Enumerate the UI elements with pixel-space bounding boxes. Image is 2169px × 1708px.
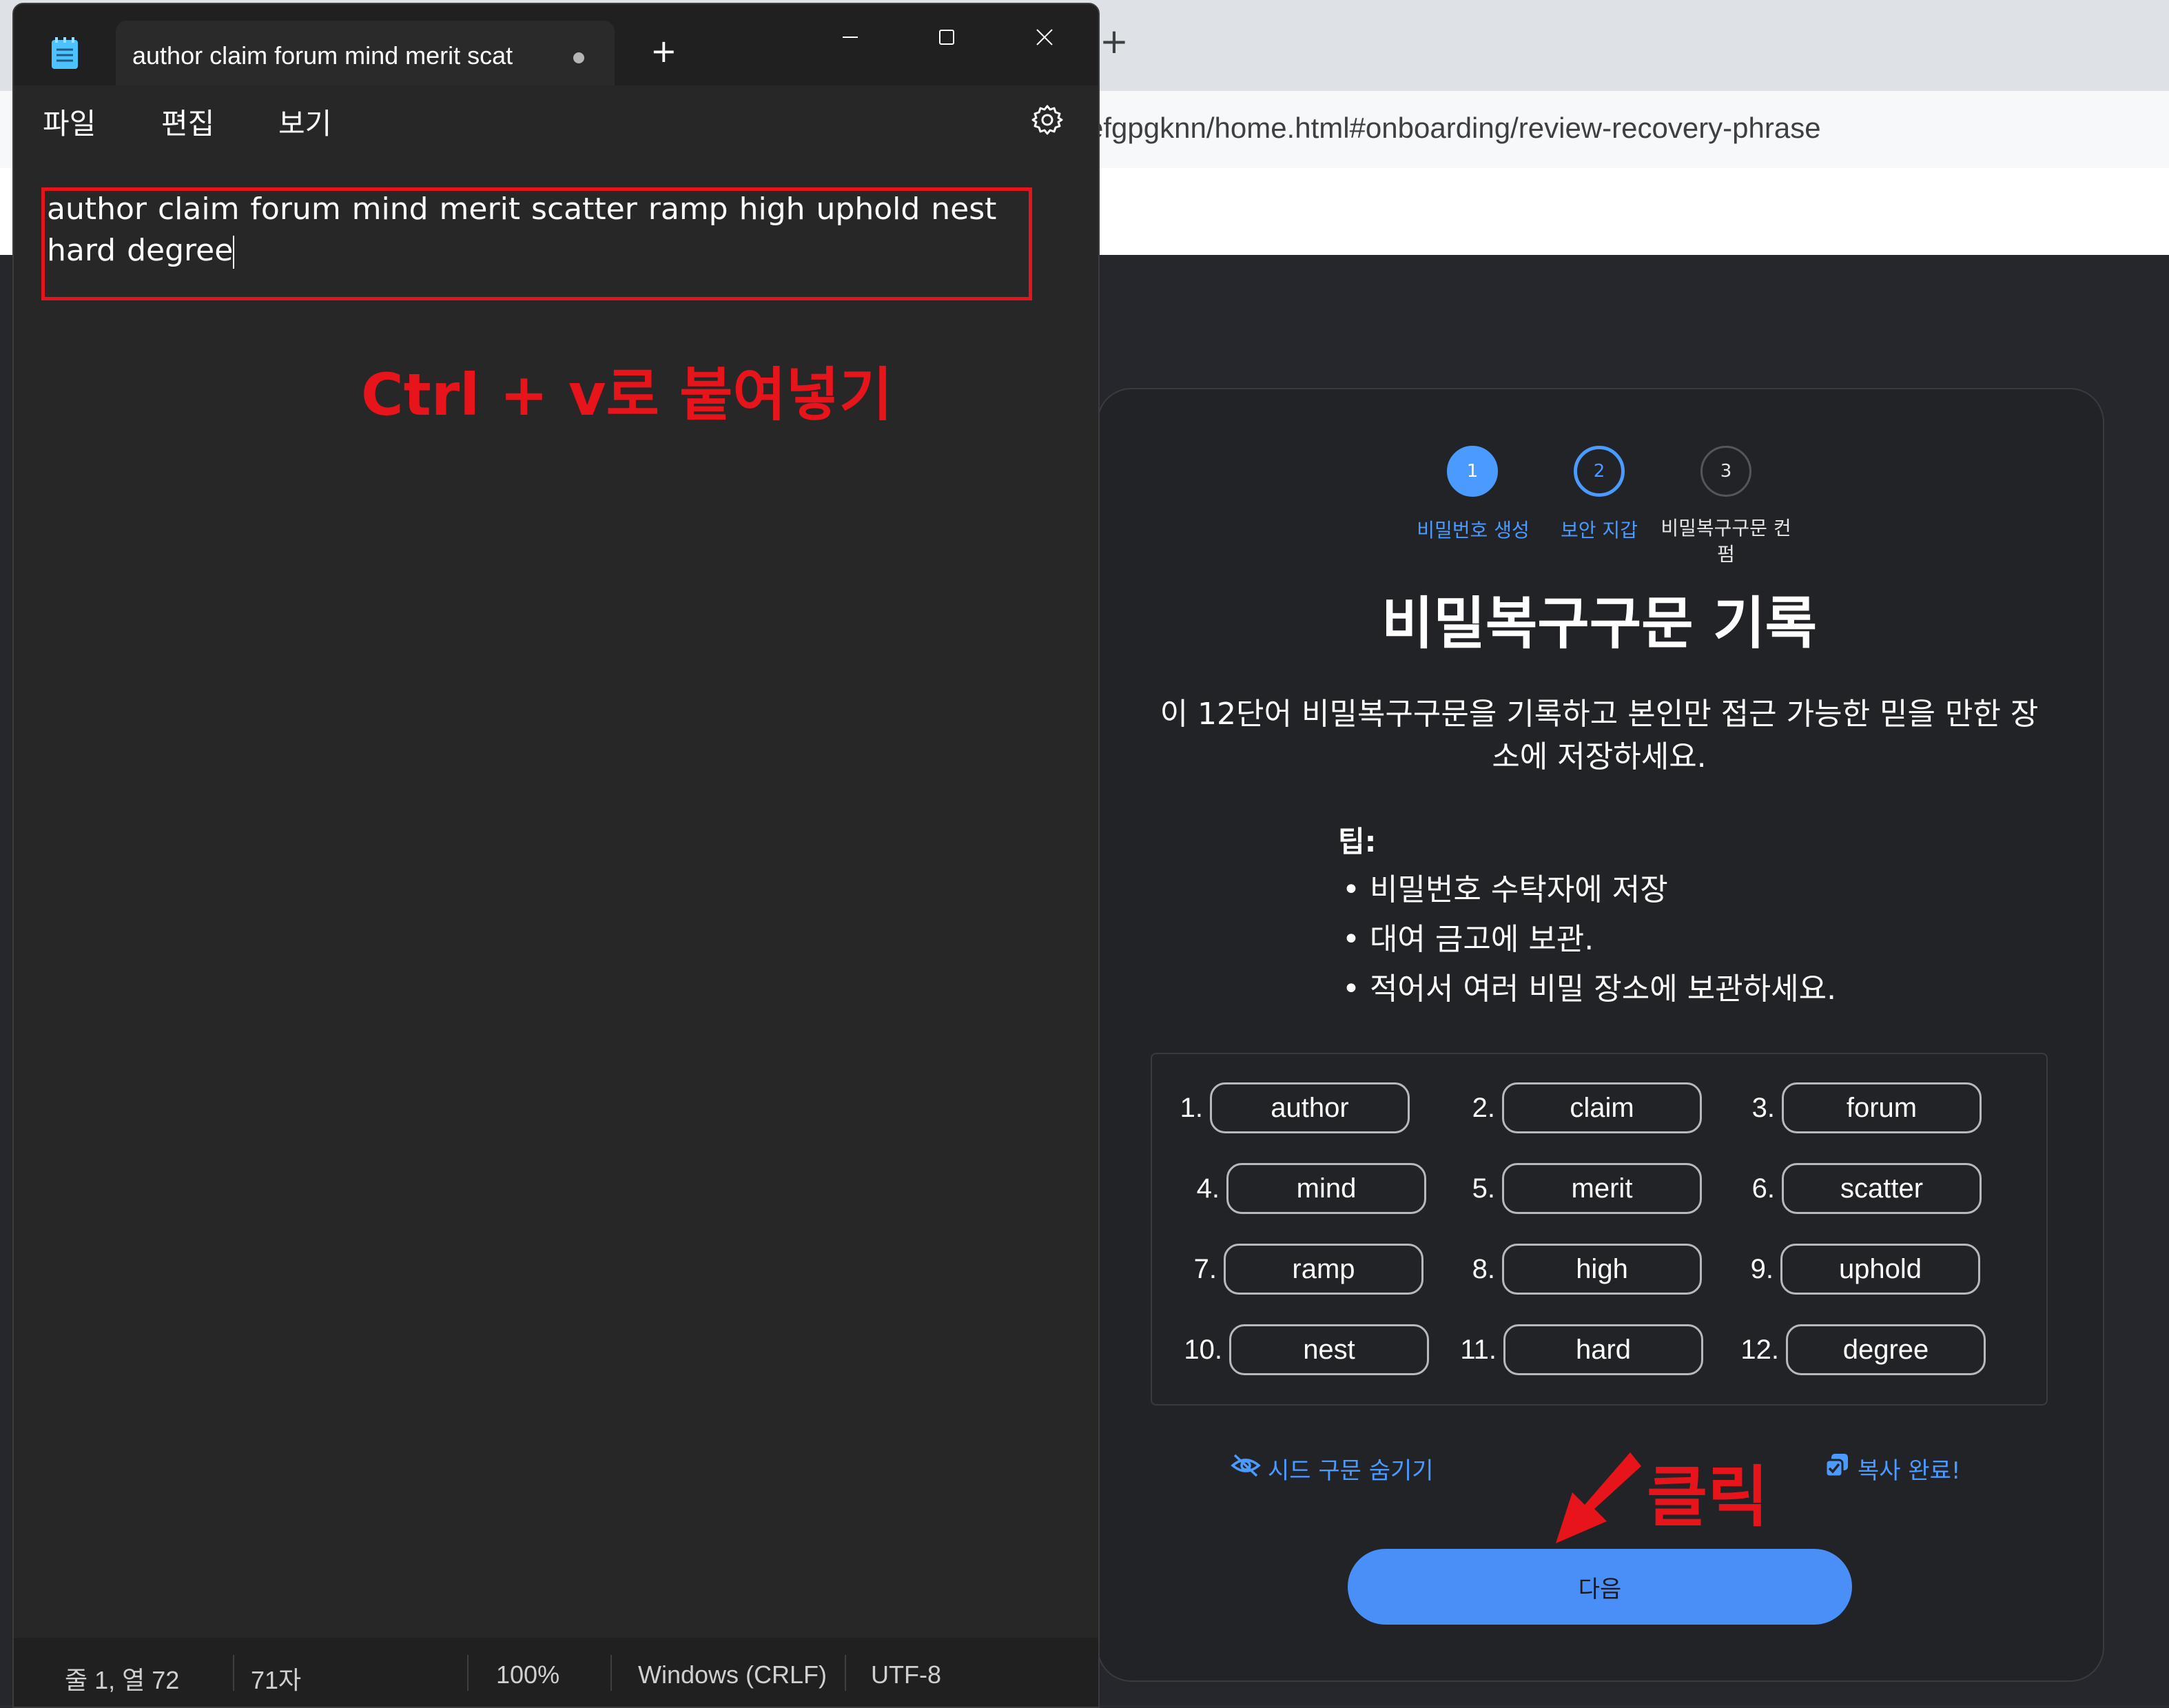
notepad-tab-title: author claim forum mind merit scat (132, 41, 513, 70)
maximize-button[interactable] (926, 17, 967, 58)
word-number: 5. (1472, 1173, 1495, 1204)
red-highlight-box (41, 187, 1032, 300)
hide-seed-phrase-label: 시드 구문 숨기기 (1268, 1457, 1434, 1485)
step-2-label: 보안 지갑 (1561, 519, 1638, 542)
word-number: 1. (1180, 1092, 1203, 1123)
word-number: 9. (1750, 1253, 1774, 1284)
next-button[interactable]: 다음 (1348, 1549, 1852, 1625)
close-icon (1036, 29, 1053, 45)
red-arrow-icon (1541, 1443, 1651, 1556)
phrase-word-11: 11. hard (1441, 1324, 1703, 1375)
phrase-word-5: 5. merit (1440, 1163, 1702, 1214)
settings-gear-icon[interactable] (1031, 103, 1064, 139)
step-1-circle: 1 (1447, 446, 1498, 497)
phrase-word-8: 8. high (1440, 1244, 1702, 1295)
phrase-word-2: 2. claim (1440, 1082, 1702, 1133)
notepad-window: author claim forum mind merit scat + 파일 … (12, 3, 1100, 1708)
word-chip: hard (1503, 1324, 1703, 1375)
status-char-count: 71자 (251, 1666, 302, 1694)
page-title: 비밀복구구문 기록 (1381, 591, 1818, 657)
tips-heading: 팁: (1338, 825, 1377, 858)
copy-to-clipboard-button[interactable]: 복사 완료! (1823, 1452, 1961, 1485)
menu-edit[interactable]: 편집 (161, 101, 214, 143)
page-description: 이 12단어 비밀복구구문을 기록하고 본인만 접근 가능한 믿을 만한 장소에… (1160, 697, 2039, 774)
status-line-ending[interactable]: Windows (CRLF) (638, 1660, 827, 1689)
word-number: 11. (1460, 1334, 1497, 1365)
word-chip: degree (1786, 1324, 1986, 1375)
step-1-label: 비밀번호 생성 (1417, 519, 1530, 542)
word-number: 6. (1751, 1173, 1775, 1204)
phrase-word-6: 6. scatter (1720, 1163, 1982, 1214)
status-cursor-position: 줄 1, 열 72 (65, 1666, 180, 1694)
word-number: 8. (1472, 1253, 1495, 1284)
word-chip: forum (1782, 1082, 1982, 1133)
step-3-circle: 3 (1700, 446, 1751, 497)
phrase-word-9: 9. uphold (1718, 1244, 1980, 1295)
word-chip: ramp (1224, 1244, 1423, 1295)
copy-check-icon (1823, 1452, 1858, 1485)
tip-item: 적어서 여러 비밀 장소에 보관하세요. (1342, 965, 1836, 1014)
word-number: 10. (1184, 1334, 1222, 1365)
step-3-label: 비밀복구구문 컨펌 (1661, 517, 1791, 566)
phrase-word-4: 4. mind (1164, 1163, 1426, 1214)
status-divider (610, 1655, 612, 1691)
word-number: 7. (1193, 1253, 1217, 1284)
phrase-word-7: 7. ramp (1162, 1244, 1423, 1295)
word-number: 4. (1196, 1173, 1220, 1204)
phrase-word-10: 10. nest (1167, 1324, 1429, 1375)
word-chip: uphold (1780, 1244, 1980, 1295)
click-annotation: 클릭 (1647, 1459, 1769, 1536)
unsaved-indicator-icon (573, 52, 584, 63)
browser-url-text[interactable]: efgpgknn/home.html#onboarding/review-rec… (1087, 112, 1821, 145)
maximize-icon (939, 30, 954, 45)
step-2-circle: 2 (1574, 446, 1625, 497)
status-divider (467, 1655, 469, 1691)
hide-seed-phrase-button[interactable]: 시드 구문 숨기기 (1231, 1452, 1434, 1485)
word-chip: high (1502, 1244, 1702, 1295)
notepad-document-tab[interactable]: author claim forum mind merit scat (116, 21, 615, 87)
close-button[interactable] (1024, 17, 1065, 58)
paste-annotation: Ctrl + v로 붙여넣기 (361, 361, 893, 429)
menu-view[interactable]: 보기 (278, 101, 331, 143)
word-number: 2. (1472, 1092, 1495, 1123)
status-zoom[interactable]: 100% (496, 1660, 559, 1689)
tip-item: 대여 금고에 보관. (1342, 915, 1836, 965)
tip-item: 비밀번호 수탁자에 저장 (1342, 865, 1836, 915)
notepad-new-tab-button[interactable]: + (650, 32, 677, 70)
word-number: 3. (1751, 1092, 1775, 1123)
word-chip: scatter (1782, 1163, 1982, 1214)
phrase-word-12: 12. degree (1724, 1324, 1986, 1375)
word-chip: nest (1229, 1324, 1429, 1375)
browser-new-tab-button[interactable]: + (1100, 21, 1129, 62)
copy-status-label: 복사 완료! (1858, 1457, 1961, 1485)
word-chip: author (1210, 1082, 1410, 1133)
word-chip: mind (1226, 1163, 1426, 1214)
status-divider (233, 1655, 234, 1691)
status-divider (845, 1655, 846, 1691)
tips-list: 비밀번호 수탁자에 저장 대여 금고에 보관. 적어서 여러 비밀 장소에 보관… (1342, 865, 1836, 1014)
minimize-icon (843, 37, 858, 38)
notepad-app-icon (50, 36, 80, 73)
status-encoding[interactable]: UTF-8 (871, 1660, 941, 1689)
word-number: 12. (1740, 1334, 1779, 1365)
word-chip: merit (1502, 1163, 1702, 1214)
phrase-word-3: 3. forum (1720, 1082, 1982, 1133)
eye-slash-icon (1231, 1453, 1268, 1484)
word-chip: claim (1502, 1082, 1702, 1133)
minimize-button[interactable] (830, 17, 871, 58)
menu-file[interactable]: 파일 (43, 101, 96, 143)
phrase-word-1: 1. author (1148, 1082, 1410, 1133)
